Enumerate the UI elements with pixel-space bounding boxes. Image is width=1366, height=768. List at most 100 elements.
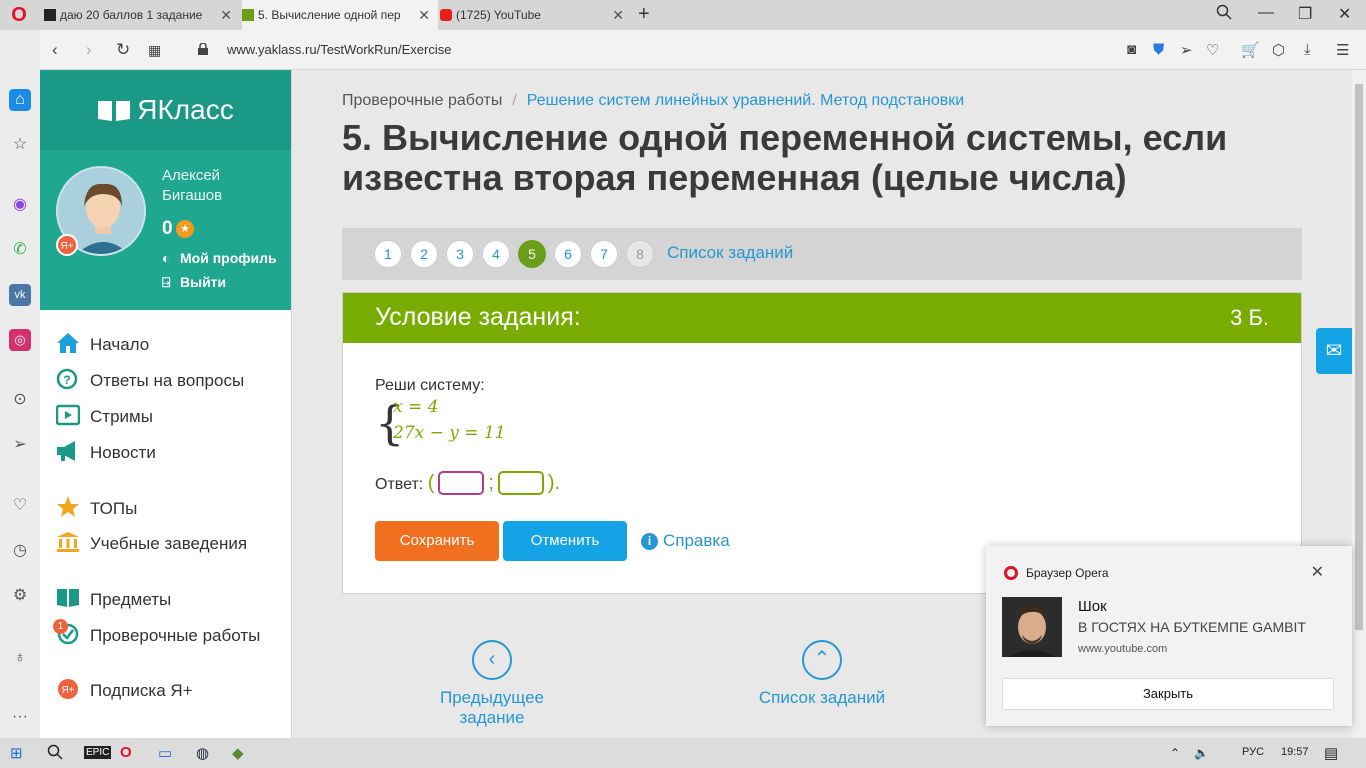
page-link-6[interactable]: 6 xyxy=(554,240,582,268)
user-name: Алексей Бигашов xyxy=(162,166,222,206)
browser-tab[interactable]: даю 20 баллов 1 задание ✕ xyxy=(44,0,240,30)
menu-item-streams[interactable]: Стримы xyxy=(56,402,153,432)
messenger-icon[interactable]: ◉ xyxy=(9,194,31,216)
page-link-4[interactable]: 4 xyxy=(482,240,510,268)
logout-link[interactable]: ⍈ Выйти xyxy=(162,274,226,291)
cart-icon[interactable]: 🛒 xyxy=(1241,41,1260,59)
feedback-mail-icon[interactable]: ✉ xyxy=(1316,328,1352,374)
history-icon[interactable]: ◷ xyxy=(9,540,31,562)
prev-task-nav[interactable]: ‹ Предыдущее задание xyxy=(407,640,577,728)
windows-start-icon[interactable]: ⊞ xyxy=(10,744,23,762)
vk-icon[interactable]: vk xyxy=(9,284,31,306)
opera-menu-icon[interactable]: O xyxy=(8,5,30,25)
menu-item-news[interactable]: Новости xyxy=(56,438,156,468)
easy-setup-icon[interactable]: ☰ xyxy=(1336,41,1349,59)
camera-icon[interactable]: ◙ xyxy=(1127,41,1136,58)
tabs-grid-icon[interactable]: ▦ xyxy=(148,42,161,59)
opera-taskbar-icon[interactable]: O xyxy=(120,744,132,761)
yaklass-favicon-icon xyxy=(242,9,254,21)
forward-icon[interactable]: › xyxy=(86,40,92,60)
menu-item-label: Начало xyxy=(90,335,150,354)
task-header: Условие задания: xyxy=(375,303,581,331)
steam-icon[interactable]: ◍ xyxy=(196,744,209,762)
close-notification-icon[interactable]: ✕ xyxy=(1311,562,1324,582)
heart-icon[interactable]: ♡ xyxy=(1206,41,1219,59)
menu-item-label: Стримы xyxy=(90,407,153,426)
menu-item-subscription[interactable]: Я+ Подписка Я+ xyxy=(56,676,193,706)
close-paren: ). xyxy=(547,472,561,494)
tab-title: 5. Вычисление одной пер xyxy=(258,8,401,22)
page-link-7[interactable]: 7 xyxy=(590,240,618,268)
menu-item-home[interactable]: Начало xyxy=(56,330,149,360)
cube-icon[interactable]: ⬡ xyxy=(1272,41,1285,59)
my-profile-link[interactable]: ◐ Мой профиль xyxy=(162,250,277,266)
minecraft-icon[interactable]: ◆ xyxy=(232,744,244,762)
epic-games-icon[interactable]: EPIC xyxy=(84,746,112,759)
back-icon[interactable]: ‹ xyxy=(52,40,58,60)
page-scrollbar[interactable] xyxy=(1352,70,1366,738)
page-link-5-current[interactable]: 5 xyxy=(518,240,546,268)
breadcrumb-root[interactable]: Проверочные работы xyxy=(342,92,502,109)
page-link-3[interactable]: 3 xyxy=(446,240,474,268)
tray-chevron-up-icon[interactable]: ⌃ xyxy=(1170,746,1180,760)
browser-tab-active[interactable]: 5. Вычисление одной пер ✕ xyxy=(242,0,438,30)
page-link-8[interactable]: 8 xyxy=(626,240,654,268)
help-link[interactable]: i Справка xyxy=(641,531,730,551)
minimize-icon[interactable]: — xyxy=(1258,4,1274,22)
new-tab-icon[interactable]: + xyxy=(638,3,650,26)
download-icon[interactable]: ⤓ xyxy=(1304,41,1311,58)
notification-close-button[interactable]: Закрыть xyxy=(1002,678,1334,710)
notification-app: Браузер Opera xyxy=(1026,566,1109,580)
page-link-1[interactable]: 1 xyxy=(374,240,402,268)
brand-name: ЯКласс xyxy=(137,94,234,125)
notifications-icon[interactable]: ▤ xyxy=(1324,744,1338,762)
svg-text:Я+: Я+ xyxy=(61,685,74,696)
task-list-nav[interactable]: ⌃ Список заданий xyxy=(742,640,902,708)
prev-task-label: Предыдущее задание xyxy=(439,688,545,727)
settings-icon[interactable]: ⚙ xyxy=(9,585,31,607)
bookmarks-icon[interactable]: ☆ xyxy=(9,134,31,156)
tips-icon[interactable]: ♁ xyxy=(9,647,31,669)
heart-icon[interactable]: ♡ xyxy=(9,495,31,517)
scrollbar-thumb[interactable] xyxy=(1355,84,1363,630)
site-logo[interactable]: ЯКласс xyxy=(40,70,291,150)
restore-icon[interactable]: ❐ xyxy=(1298,4,1312,24)
menu-item-answers[interactable]: ? Ответы на вопросы xyxy=(56,366,244,396)
reload-icon[interactable]: ↻ xyxy=(116,40,130,60)
cancel-button[interactable]: Отменить xyxy=(503,521,627,561)
answer-x-input[interactable] xyxy=(438,471,485,495)
clock[interactable]: 19:57 xyxy=(1281,746,1309,758)
answer-y-input[interactable] xyxy=(497,471,544,495)
desktop-icon[interactable]: ▭ xyxy=(158,744,172,762)
close-tab-icon[interactable]: ✕ xyxy=(418,0,430,30)
breadcrumb-current[interactable]: Решение систем линейных уравнений. Метод… xyxy=(527,92,964,109)
shield-icon[interactable]: ⛊ xyxy=(1153,41,1164,58)
instagram-icon[interactable]: ◎ xyxy=(9,329,31,351)
page-link-2[interactable]: 2 xyxy=(410,240,438,268)
menu-item-schools[interactable]: Учебные заведения xyxy=(56,529,247,559)
url-field[interactable]: www.yaklass.ru/TestWorkRun/Exercise xyxy=(227,42,451,57)
more-icon[interactable]: ··· xyxy=(9,706,31,728)
send-icon[interactable]: ➢ xyxy=(1180,41,1193,59)
volume-icon[interactable]: 🔈 xyxy=(1194,746,1209,760)
menu-item-tops[interactable]: ТОПы xyxy=(56,494,137,524)
close-tab-icon[interactable]: ✕ xyxy=(220,0,232,30)
menu-item-tests[interactable]: Проверочные работы 1 xyxy=(53,619,261,651)
menu-item-subjects[interactable]: Предметы xyxy=(56,585,171,615)
close-tab-icon[interactable]: ✕ xyxy=(612,0,624,30)
menu-item-label: Проверочные работы xyxy=(90,626,261,645)
browser-tab[interactable]: (1725) YouTube ✕ xyxy=(440,0,632,30)
home-icon[interactable]: ⌂ xyxy=(9,89,31,111)
save-button[interactable]: Сохранить xyxy=(375,521,499,561)
player-icon[interactable]: ⊙ xyxy=(9,389,31,411)
tab-title: (1725) YouTube xyxy=(456,8,541,22)
notification-thumbnail[interactable] xyxy=(1002,597,1062,657)
search-icon[interactable] xyxy=(47,744,63,764)
language-indicator[interactable]: РУС xyxy=(1242,746,1264,758)
task-list-link[interactable]: Список заданий xyxy=(667,243,793,263)
whatsapp-icon[interactable]: ✆ xyxy=(9,239,31,261)
flow-icon[interactable]: ➢ xyxy=(9,434,31,456)
search-tabs-icon[interactable] xyxy=(1216,4,1232,25)
close-window-icon[interactable]: ✕ xyxy=(1338,4,1351,24)
lock-icon[interactable] xyxy=(198,42,208,55)
